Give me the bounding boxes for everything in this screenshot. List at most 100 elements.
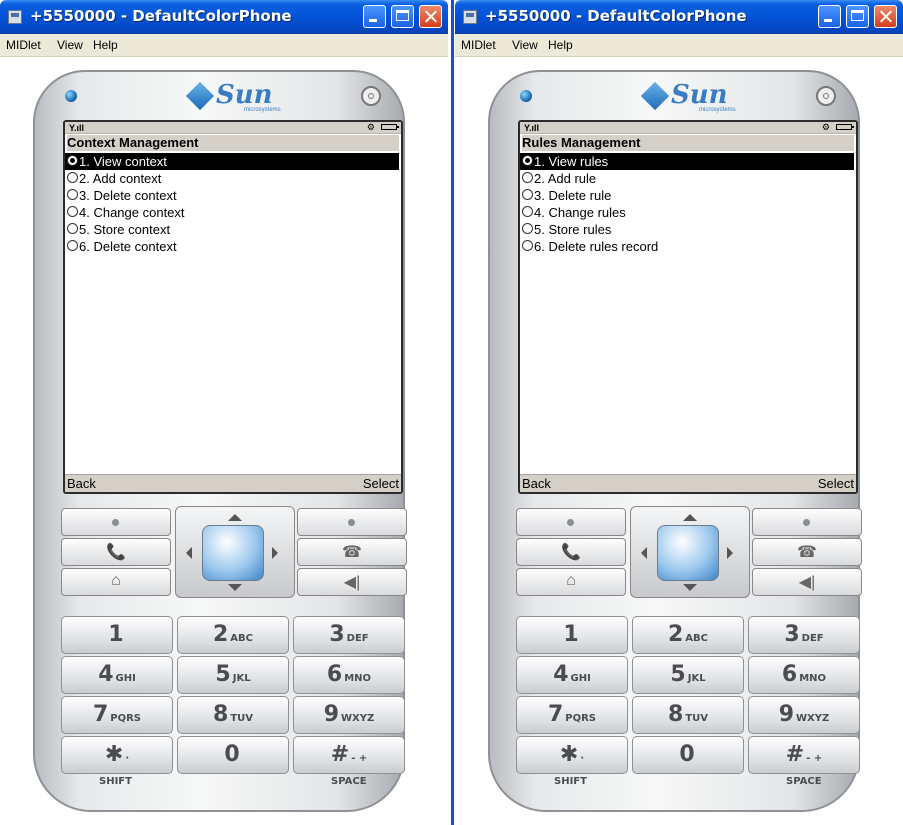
power-button[interactable] [361, 86, 381, 106]
key-0[interactable]: 0 [632, 736, 744, 774]
key-6[interactable]: 6 MNO [748, 656, 860, 694]
key-letters: - + [806, 753, 823, 764]
list-item[interactable]: 3. Delete context [65, 187, 401, 204]
key-7[interactable]: 7 PQRS [61, 696, 173, 734]
menu-help[interactable]: Help [93, 38, 118, 52]
key-0[interactable]: 0 [177, 736, 289, 774]
title-bar[interactable]: +5550000 - DefaultColorPhone [455, 0, 903, 34]
soft-right-key[interactable] [752, 508, 862, 536]
dpad[interactable] [630, 506, 750, 598]
close-button[interactable] [419, 5, 442, 28]
key-5[interactable]: 5 JKL [632, 656, 744, 694]
app-icon[interactable] [463, 10, 477, 24]
radio-icon[interactable] [522, 155, 533, 166]
list-item[interactable]: 1. View rules [520, 153, 854, 170]
key-4[interactable]: 4 GHI [516, 656, 628, 694]
key-9[interactable]: 9 WXYZ [293, 696, 405, 734]
soft-right-key[interactable] [297, 508, 407, 536]
list-item[interactable]: 5. Store rules [520, 221, 856, 238]
list-item[interactable]: 3. Delete rule [520, 187, 856, 204]
radio-icon[interactable] [67, 240, 78, 251]
power-button[interactable] [816, 86, 836, 106]
soft-left-key[interactable] [516, 508, 626, 536]
list-item[interactable]: 2. Add context [65, 170, 401, 187]
close-button[interactable] [874, 5, 897, 28]
arrow-left-icon[interactable] [641, 547, 647, 559]
end-call-key[interactable]: ☎ [297, 538, 407, 566]
end-call-key[interactable]: ☎ [752, 538, 862, 566]
item-label: 6. Delete context [79, 239, 177, 254]
key-9[interactable]: 9 WXYZ [748, 696, 860, 734]
call-key[interactable]: 📞 [61, 538, 171, 566]
key-letters: ABC [230, 633, 253, 644]
list-item[interactable]: 4. Change context [65, 204, 401, 221]
key-3[interactable]: 3 DEF [293, 616, 405, 654]
key-4[interactable]: 4 GHI [61, 656, 173, 694]
key-2[interactable]: 2 ABC [632, 616, 744, 654]
key-hash[interactable]: # - + [293, 736, 405, 774]
home-key[interactable]: ⌂ [516, 568, 626, 596]
clear-key[interactable]: ◀| [297, 568, 407, 596]
menu-view[interactable]: View [512, 38, 538, 52]
key-2[interactable]: 2 ABC [177, 616, 289, 654]
key-hash[interactable]: # - + [748, 736, 860, 774]
menu-midlet[interactable]: MIDlet [6, 38, 41, 52]
arrow-down-icon[interactable] [683, 584, 697, 591]
key-8[interactable]: 8 TUV [632, 696, 744, 734]
list-item[interactable]: 1. View context [65, 153, 399, 170]
radio-icon[interactable] [67, 206, 78, 217]
key-number: 0 [224, 742, 240, 767]
arrow-right-icon[interactable] [727, 547, 733, 559]
dpad-select-button[interactable] [202, 525, 264, 581]
radio-icon[interactable] [67, 223, 78, 234]
list-item[interactable]: 5. Store context [65, 221, 401, 238]
key-7[interactable]: 7 PQRS [516, 696, 628, 734]
menu-help[interactable]: Help [548, 38, 573, 52]
title-bar[interactable]: +5550000 - DefaultColorPhone [0, 0, 448, 34]
radio-icon[interactable] [67, 172, 78, 183]
arrow-left-icon[interactable] [186, 547, 192, 559]
key-star[interactable]: ✱ · [516, 736, 628, 774]
home-key[interactable]: ⌂ [61, 568, 171, 596]
menu-midlet[interactable]: MIDlet [461, 38, 496, 52]
radio-icon[interactable] [67, 155, 78, 166]
arrow-down-icon[interactable] [228, 584, 242, 591]
radio-icon[interactable] [522, 223, 533, 234]
radio-icon[interactable] [522, 206, 533, 217]
key-5[interactable]: 5 JKL [177, 656, 289, 694]
clear-key[interactable]: ◀| [752, 568, 862, 596]
list-item[interactable]: 4. Change rules [520, 204, 856, 221]
menu-view[interactable]: View [57, 38, 83, 52]
soft-right-label[interactable]: Select [818, 475, 854, 492]
list-item[interactable]: 6. Delete rules record [520, 238, 856, 255]
key-star[interactable]: ✱ · [61, 736, 173, 774]
maximize-button[interactable] [391, 5, 414, 28]
dpad[interactable] [175, 506, 295, 598]
soft-left-key[interactable] [61, 508, 171, 536]
radio-icon[interactable] [67, 189, 78, 200]
minimize-button[interactable] [818, 5, 841, 28]
key-6[interactable]: 6 MNO [293, 656, 405, 694]
key-8[interactable]: 8 TUV [177, 696, 289, 734]
key-1[interactable]: 1 [61, 616, 173, 654]
list-item[interactable]: 2. Add rule [520, 170, 856, 187]
arrow-up-icon[interactable] [683, 514, 697, 521]
app-icon[interactable] [8, 10, 22, 24]
key-3[interactable]: 3 DEF [748, 616, 860, 654]
arrow-up-icon[interactable] [228, 514, 242, 521]
key-1[interactable]: 1 [516, 616, 628, 654]
dpad-select-button[interactable] [657, 525, 719, 581]
radio-icon[interactable] [522, 240, 533, 251]
call-key[interactable]: 📞 [516, 538, 626, 566]
minimize-button[interactable] [363, 5, 386, 28]
arrow-right-icon[interactable] [272, 547, 278, 559]
soft-left-label[interactable]: Back [522, 475, 551, 492]
maximize-button[interactable] [846, 5, 869, 28]
radio-icon[interactable] [522, 189, 533, 200]
list-item[interactable]: 6. Delete context [65, 238, 401, 255]
led-indicator [65, 90, 77, 102]
radio-icon[interactable] [522, 172, 533, 183]
soft-left-label[interactable]: Back [67, 475, 96, 492]
soft-right-label[interactable]: Select [363, 475, 399, 492]
window-title: +5550000 - DefaultColorPhone [485, 7, 747, 25]
